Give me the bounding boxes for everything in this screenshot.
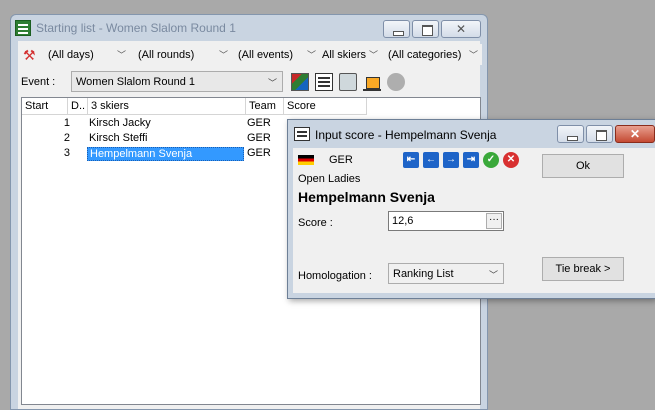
skier-name-cell: Kirsch Jacky (89, 117, 151, 129)
homologation-label: Homologation : (298, 270, 372, 282)
skier-name-cell: Kirsch Steffi (89, 132, 148, 144)
minimize-button[interactable] (383, 20, 410, 38)
event-label: Event : (21, 76, 56, 88)
events-filter-dropdown[interactable]: (All events) ﹀ (234, 44, 320, 65)
rounds-filter-dropdown[interactable]: (All rounds) ﹀ (134, 44, 232, 65)
table-header: Start D.. 3 skiers Team Score (22, 98, 367, 115)
input-score-dialog: Input score - Hempelmann Svenja GER ⇤ ← … (287, 119, 655, 299)
chevron-down-icon: ﹀ (116, 50, 126, 60)
main-window-title: Starting list - Women Slalom Round 1 (36, 21, 236, 35)
dialog-maximize-button[interactable] (586, 125, 613, 143)
dialog-title: Input score - Hempelmann Svenja (315, 128, 497, 142)
skiers-filter-dropdown[interactable]: All skiers ﹀ (318, 44, 382, 65)
close-button[interactable] (441, 20, 481, 38)
categories-filter-value: (All categories) (388, 49, 462, 61)
main-titlebar[interactable]: Starting list - Women Slalom Round 1 (11, 15, 487, 41)
podium-icon[interactable] (363, 73, 381, 91)
chart-icon[interactable] (291, 73, 309, 91)
app-list-icon (15, 20, 31, 36)
events-filter-value: (All events) (238, 49, 294, 61)
dialog-titlebar[interactable]: Input score - Hempelmann Svenja (288, 120, 655, 148)
disabled-tool-icon[interactable] (387, 73, 405, 91)
filter-icon[interactable]: ⚒ (23, 47, 39, 63)
event-dropdown[interactable]: Women Slalom Round 1 ﹀ (71, 71, 283, 92)
column-header-team[interactable]: Team (246, 98, 284, 115)
start-cell: 1 (63, 117, 70, 129)
skiers-filter-value: All skiers (322, 49, 367, 61)
team-cell: GER (247, 117, 271, 129)
chevron-down-icon: ﹀ (267, 78, 277, 88)
tie-break-button[interactable]: Tie break > (542, 257, 624, 281)
categories-filter-dropdown[interactable]: (All categories) ﹀ (384, 44, 482, 65)
team-cell: GER (247, 147, 271, 159)
column-header-score[interactable]: Score (284, 98, 367, 115)
homologation-value: Ranking List (393, 268, 454, 280)
days-filter-dropdown[interactable]: (All days) ﹀ (44, 44, 130, 65)
next-icon[interactable]: → (443, 152, 459, 168)
start-cell: 2 (63, 132, 70, 144)
skier-category: Open Ladies (298, 173, 361, 185)
chevron-down-icon: ﹀ (368, 50, 378, 60)
event-toolbar: Event : Women Slalom Round 1 ﹀ (18, 71, 480, 93)
skier-name-cell: Hempelmann Svenja (87, 147, 244, 161)
dialog-minimize-button[interactable] (557, 125, 584, 143)
team-cell: GER (247, 132, 271, 144)
country-code: GER (329, 154, 353, 166)
column-header-d[interactable]: D.. (68, 98, 88, 115)
printer-icon[interactable] (339, 73, 357, 91)
score-label: Score : (298, 217, 333, 229)
skier-name: Hempelmann Svenja (298, 189, 435, 205)
ok-button[interactable]: Ok (542, 154, 624, 178)
chevron-down-icon: ﹀ (468, 50, 478, 60)
ellipsis-button[interactable]: ··· (486, 213, 502, 229)
ok-icon[interactable]: ✓ (483, 152, 499, 168)
chevron-down-icon: ﹀ (218, 50, 228, 60)
score-value: 12,6 (392, 215, 414, 227)
days-filter-value: (All days) (48, 49, 94, 61)
score-input[interactable]: 12,6 ··· (388, 211, 504, 231)
last-icon[interactable]: ⇥ (463, 152, 479, 168)
filter-toolbar: ⚒ (All days) ﹀ (All rounds) ﹀ (All event… (18, 44, 482, 66)
start-cell: 3 (63, 147, 70, 159)
first-icon[interactable]: ⇤ (403, 152, 419, 168)
score-sheet-icon (294, 127, 310, 141)
column-header-skiers[interactable]: 3 skiers (88, 98, 246, 115)
maximize-button[interactable] (412, 20, 439, 38)
score-sheet-icon[interactable] (315, 73, 333, 91)
cancel-icon[interactable]: ✕ (503, 152, 519, 168)
navigation-toolbar: ⇤ ← → ⇥ ✓ ✕ (403, 152, 519, 168)
germany-flag-icon (298, 155, 314, 165)
dialog-client-area: GER ⇤ ← → ⇥ ✓ ✕ Open Ladies Hempelmann S… (293, 148, 655, 293)
rounds-filter-value: (All rounds) (138, 49, 195, 61)
dialog-close-button[interactable] (615, 125, 655, 143)
homologation-dropdown[interactable]: Ranking List ﹀ (388, 263, 504, 284)
chevron-down-icon: ﹀ (306, 50, 316, 60)
chevron-down-icon: ﹀ (488, 270, 498, 280)
prev-icon[interactable]: ← (423, 152, 439, 168)
event-dropdown-value: Women Slalom Round 1 (76, 76, 196, 88)
column-header-start[interactable]: Start (22, 98, 68, 115)
